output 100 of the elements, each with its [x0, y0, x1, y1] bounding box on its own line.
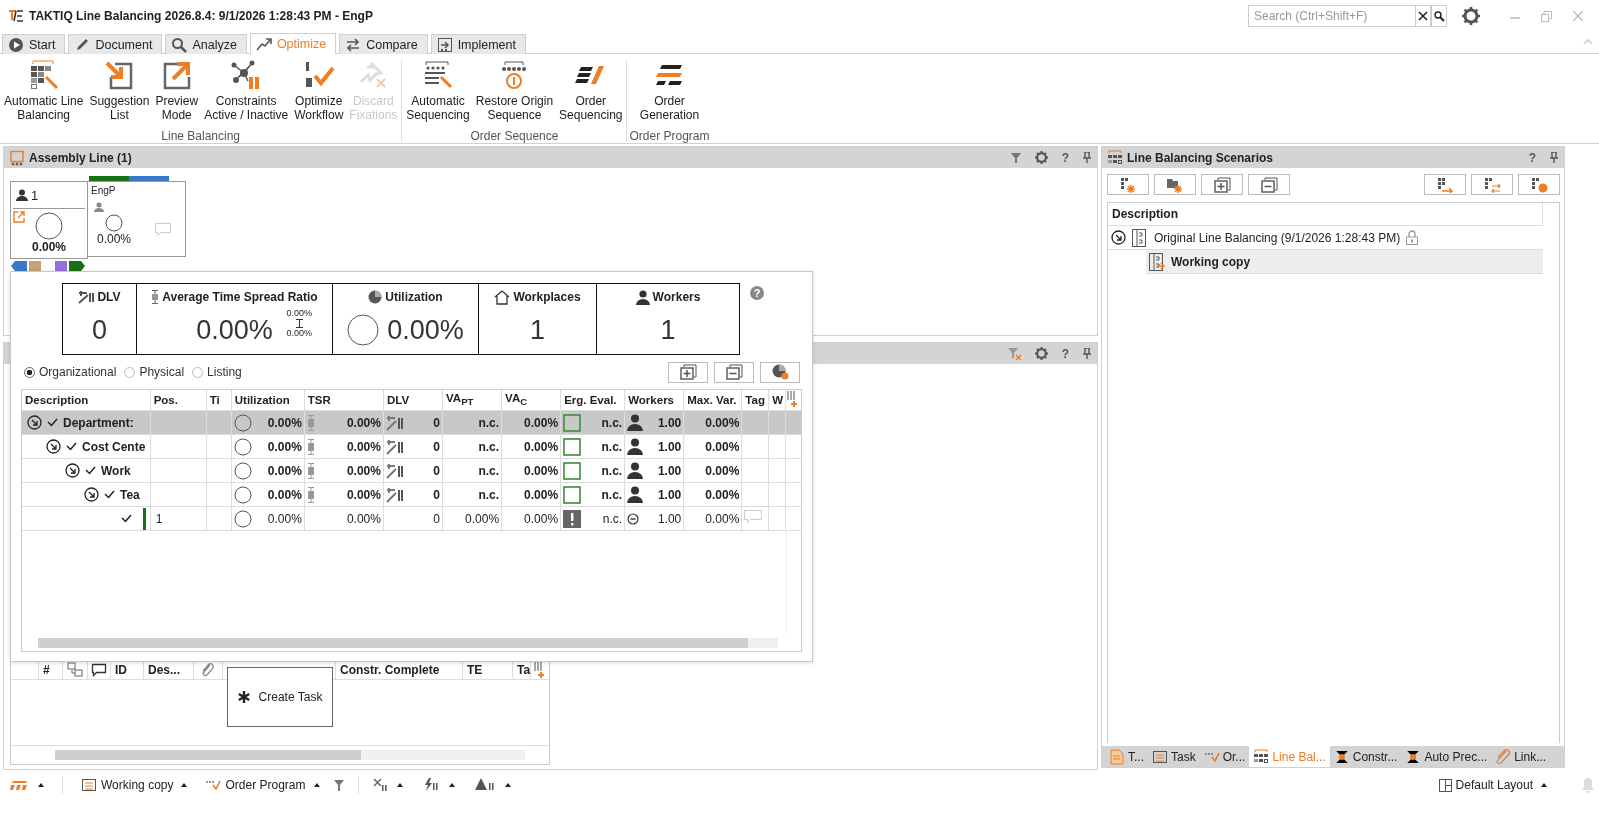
search-button[interactable] [1431, 5, 1447, 27]
filter-icon[interactable] [333, 779, 344, 791]
grid-swap-button[interactable] [1471, 174, 1513, 195]
paperclip-icon[interactable] [200, 661, 216, 678]
grid-pie-button[interactable] [1518, 174, 1560, 195]
search-field[interactable]: Search (Ctrl+Shift+F) [1248, 5, 1415, 27]
checkbox[interactable] [119, 512, 133, 525]
expand-toggle-icon[interactable] [27, 415, 42, 430]
column-header[interactable]: VA$_{C}$ [501, 390, 561, 411]
column-header[interactable]: Max. Var. [683, 390, 742, 411]
table-row[interactable]: Tea 0.00% 0.00% 0 n.c. 0.00% n.c. 1.00 0.00% [22, 482, 801, 507]
column-header[interactable]: Utilization [231, 390, 305, 411]
order-program-dropdown[interactable]: Order Program [201, 777, 328, 793]
column-header[interactable]: Pos. [150, 390, 207, 411]
help-link[interactable]: ? [1528, 150, 1536, 165]
constraint-icon[interactable] [372, 778, 387, 792]
caret-icon[interactable] [38, 783, 44, 787]
ribbon-tab[interactable]: Document [68, 34, 163, 54]
ribbon-button[interactable]: Constraints Active / Inactive [202, 58, 291, 122]
expand-toggle-icon[interactable] [65, 463, 80, 478]
settings-icon[interactable] [1462, 7, 1480, 25]
column-header[interactable]: Tag [741, 390, 769, 411]
scrollbar[interactable] [55, 750, 525, 760]
column-header[interactable]: DLV [383, 390, 443, 411]
checkbox[interactable] [65, 440, 78, 453]
add-scenario-button[interactable] [1107, 174, 1149, 195]
caret-icon[interactable] [396, 783, 403, 787]
column-header[interactable]: W [768, 390, 786, 411]
lightning-pause-icon[interactable] [422, 778, 439, 792]
table-row[interactable]: Cost Cente 0.00% 0.00% 0 n.c. 0.00% n.c. 1.00 0.00% [22, 434, 801, 459]
comment-icon[interactable] [91, 661, 107, 678]
ribbon-tab[interactable]: Analyze [165, 34, 247, 54]
help-button[interactable]: ? [750, 286, 764, 300]
clear-search-button[interactable] [1415, 5, 1431, 27]
column-chooser-icon[interactable] [533, 661, 545, 678]
expand-all-button[interactable] [1201, 174, 1243, 195]
table-row[interactable]: 1 0.00% 0.00% 0 0.00% 0.00% n.c. 1.00 0.00% [22, 506, 801, 531]
scenario-row[interactable]: Working copy [1146, 250, 1543, 274]
column-header[interactable]: Erg. Eval. [560, 390, 625, 411]
chart-button[interactable] [760, 361, 800, 383]
settings-icon[interactable] [1034, 151, 1048, 164]
view-radio[interactable]: Organizational [24, 365, 117, 379]
expand-all-button[interactable] [668, 361, 708, 383]
scenario-dropdown[interactable]: Working copy [77, 777, 196, 793]
column-chooser-icon[interactable] [786, 391, 799, 407]
panel-tab[interactable]: T... [1105, 746, 1148, 767]
column-header[interactable]: Workers [624, 390, 684, 411]
scrollbar[interactable] [38, 638, 778, 648]
settings-icon[interactable] [1034, 347, 1048, 360]
folder-star-button[interactable] [1154, 174, 1196, 195]
expand-toggle-icon[interactable] [1111, 230, 1126, 245]
table-row[interactable]: Work 0.00% 0.00% 0 n.c. 0.00% n.c. 1.00 0.00% [22, 458, 801, 483]
help-link[interactable]: ? [1061, 150, 1069, 165]
view-radio[interactable]: Listing [192, 365, 242, 379]
pin-icon[interactable] [1083, 348, 1091, 359]
column-header[interactable]: VA$_{PT}$ [442, 390, 502, 411]
panel-tab[interactable]: Or... [1199, 746, 1250, 767]
ribbon-button[interactable]: Preview Mode [153, 58, 201, 122]
collapse-all-button[interactable] [714, 361, 754, 383]
collapse-all-button[interactable] [1248, 174, 1290, 195]
caret-icon[interactable] [448, 783, 455, 787]
column-header[interactable]: Description [22, 390, 151, 411]
panel-tab[interactable]: Task [1148, 746, 1200, 767]
ribbon-button[interactable]: Suggestion List [87, 58, 152, 122]
checkbox[interactable] [103, 488, 116, 501]
caret-icon[interactable] [504, 783, 511, 787]
checkbox[interactable] [84, 464, 97, 477]
open-external-icon[interactable] [13, 211, 25, 223]
ribbon-tab[interactable]: Implement [430, 34, 526, 54]
checkbox[interactable] [46, 416, 59, 429]
ribbon-button[interactable]: Order Generation [637, 58, 702, 122]
filter-icon[interactable] [1010, 152, 1021, 163]
app-logo-icon[interactable] [10, 780, 28, 790]
ribbon-button[interactable]: Optimize Workflow [292, 58, 346, 122]
ribbon-button[interactable]: Restore Origin Sequence [473, 58, 556, 122]
ribbon-tab[interactable]: Compare [339, 34, 428, 54]
pin-icon[interactable] [1550, 152, 1558, 163]
ribbon-button[interactable]: Order Sequencing [557, 58, 625, 122]
panel-tab[interactable]: Auto Prec... [1401, 746, 1492, 767]
table-row[interactable]: Department: 0.00% 0.00% 0 n.c. 0.00% n.c. 1.00 0.00% [22, 410, 801, 435]
ribbon-button[interactable]: Automatic Line Balancing [2, 58, 86, 122]
view-radio[interactable]: Physical [124, 365, 185, 379]
help-link[interactable]: ? [1061, 346, 1069, 361]
grid-arrow-button[interactable] [1424, 174, 1466, 195]
warning-pause-icon[interactable] [474, 778, 495, 792]
workplace-card[interactable]: EngP 0.00% [88, 181, 186, 257]
expand-toggle-icon[interactable] [46, 439, 61, 454]
menu-item[interactable]: Create Task [237, 690, 323, 704]
column-header[interactable]: Ti [206, 390, 232, 411]
layout-dropdown[interactable]: Default Layout [1434, 778, 1555, 792]
pin-icon[interactable] [1083, 152, 1091, 163]
panel-tab[interactable]: Link... [1491, 746, 1551, 767]
ribbon-button[interactable]: Automatic Sequencing [404, 58, 472, 122]
column-header[interactable]: Description [1112, 207, 1178, 221]
panel-tab[interactable]: Constr... [1329, 746, 1402, 767]
station-card[interactable]: 1 0.00% [10, 181, 88, 259]
ribbon-tab[interactable]: Start [2, 34, 66, 54]
linked-pages-icon[interactable] [67, 661, 83, 678]
expand-toggle-icon[interactable] [84, 487, 99, 502]
column-header[interactable]: TSR [304, 390, 384, 411]
